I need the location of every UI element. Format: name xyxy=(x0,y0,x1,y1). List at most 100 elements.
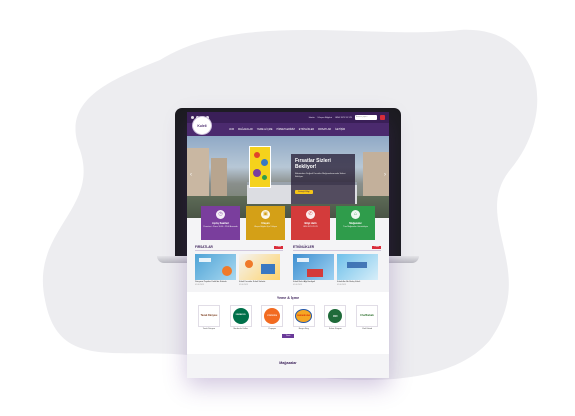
deals-events-sections: FIRSATLAR Tümü Dünyaca Popüler Kuleli'de… xyxy=(187,245,389,286)
poster-shape xyxy=(261,159,268,166)
nav-item-avm[interactable]: AVM xyxy=(229,128,234,131)
hero-title: Fırsatlar Sizleri Bekliyor! xyxy=(295,158,331,170)
section-header: FIRSATLAR Tümü xyxy=(195,245,283,251)
poster-shape xyxy=(253,169,261,177)
card-date: 01.06.2019 xyxy=(239,283,248,286)
card-graphic xyxy=(261,264,275,274)
tile-title: Ulaşım xyxy=(261,222,270,225)
card-date: 01.06.2019 xyxy=(337,283,346,286)
chef-kebab-logo-icon: ChefKebab xyxy=(355,304,378,327)
tile-subtitle: Ulaşım Bilgileri İçin Tıklayın xyxy=(253,226,278,228)
top-bar: Harita Ulaşım Bilgileri 0850 XXX XX XX A… xyxy=(187,112,389,123)
nav-item-events[interactable]: ETKİNLİKLER xyxy=(299,128,314,131)
see-all-button[interactable]: Tümü xyxy=(274,245,283,249)
food-all-button[interactable]: Tümü xyxy=(282,333,294,338)
nav-item-deals[interactable]: FIRSATLAR xyxy=(318,128,331,131)
brand-name: Chef Kebab xyxy=(361,327,372,330)
tile-info-line[interactable]: ✆ Bilgi Hattı 0850 XXX XX XX xyxy=(291,206,330,240)
card-graphic xyxy=(222,266,232,276)
top-link-map[interactable]: Harita xyxy=(309,117,315,119)
brand-item[interactable]: POPEYES Popeyes xyxy=(260,304,284,330)
stores-section: Mağazalar xyxy=(187,354,389,372)
section-title: Yeme & İçme xyxy=(276,295,300,300)
starbucks-logo-icon: STARBUCKS xyxy=(229,304,252,327)
tile-title: Mağazalar xyxy=(349,222,362,225)
brand-name: Tavuk Dünyası xyxy=(202,327,216,330)
hero-caption: Fırsatlar Sizleri Bekliyor! Birbirinden … xyxy=(291,154,355,204)
poster-shape xyxy=(254,152,260,158)
brand-logo-text: KD xyxy=(328,308,343,323)
section-title: FIRSATLAR xyxy=(195,245,213,249)
showcase-stage: Harita Ulaşım Bilgileri 0850 XXX XX XX A… xyxy=(0,0,575,416)
chevron-left-icon[interactable]: ‹ xyxy=(190,172,192,178)
brand-item[interactable]: KD Kahve Dünyası xyxy=(323,304,347,330)
brand-item[interactable]: BURGER KING Burger King xyxy=(292,304,316,330)
brand-item[interactable]: STARBUCKS Starbucks Coffee xyxy=(229,304,253,330)
hero-poster xyxy=(249,146,271,188)
brand-item[interactable]: ChefKebab Chef Kebab xyxy=(355,304,379,330)
tile-subtitle: 0850 XXX XX XX xyxy=(303,226,318,228)
site-logo[interactable]: Kuleli xyxy=(192,116,212,135)
clock-icon: ◷ xyxy=(216,210,225,219)
top-link-phone[interactable]: 0850 XXX XX XX xyxy=(335,117,352,119)
search-button[interactable] xyxy=(380,115,385,120)
chevron-right-icon[interactable]: › xyxy=(384,172,386,178)
event-card[interactable]: Kuleli Anı Bir Bakış Kuleli 01.06.2019 xyxy=(337,254,378,286)
brand-name: Burger King xyxy=(298,327,309,330)
tile-opening-hours[interactable]: ◷ Açılış Saatleri Pazartesi - Pazar 10:0… xyxy=(201,206,240,240)
nav-item-stores[interactable]: MAĞAZALAR xyxy=(238,128,253,131)
top-bar-right: Harita Ulaşım Bilgileri 0850 XXX XX XX A… xyxy=(309,115,385,120)
event-cards: Kuleli Bulut Ağı Hediyeli 01.06.2019 Kul… xyxy=(293,254,381,286)
events-section: ETKİNLİKLER Tümü Kuleli Bulut Ağı Hediye… xyxy=(293,245,381,286)
brand-name: Kahve Dünyası xyxy=(328,327,342,330)
store-icon: ⌂ xyxy=(351,210,360,219)
burger-king-logo-icon: BURGER KING xyxy=(292,304,315,327)
brand-name: Popeyes xyxy=(268,327,276,330)
card-graphic xyxy=(245,260,253,268)
deal-card[interactable]: Kuleli Fırsatlar Kuleli Sizlerle 01.06.2… xyxy=(239,254,280,286)
nav-item-food[interactable]: YEME & İÇME xyxy=(257,128,273,131)
hero-subtitle: Birbirinden Değerli Fırsatlar Mağazaları… xyxy=(295,173,346,178)
quick-tiles: ◷ Açılış Saatleri Pazartesi - Pazar 10:0… xyxy=(187,206,389,240)
tile-title: Bilgi Hattı xyxy=(304,222,317,225)
nav-item-services[interactable]: HİZMETLERİMİZ xyxy=(276,128,294,131)
section-header: ETKİNLİKLER Tümü xyxy=(293,245,381,251)
phone-icon: ✆ xyxy=(306,210,315,219)
search-input[interactable]: Arama yapın xyxy=(355,115,377,120)
card-image xyxy=(293,254,334,280)
deal-card[interactable]: Dünyaca Popüler Kuleli'de Sizlerle 01.06… xyxy=(195,254,236,286)
see-all-button[interactable]: Tümü xyxy=(372,245,381,249)
card-image xyxy=(195,254,236,280)
brand-list: Tavuk Dünyası Tavuk Dünyası STARBUCKS St… xyxy=(187,304,389,330)
kahve-dunyasi-logo-icon: KD xyxy=(324,304,347,327)
poster-shape xyxy=(262,175,267,180)
tile-transport[interactable]: ▣ Ulaşım Ulaşım Bilgileri İçin Tıklayın xyxy=(246,206,285,240)
card-graphic xyxy=(307,269,323,277)
tile-title: Açılış Saatleri xyxy=(211,222,229,225)
deal-cards: Dünyaca Popüler Kuleli'de Sizlerle 01.06… xyxy=(195,254,283,286)
brand-logo-text: BURGER KING xyxy=(295,308,313,323)
card-date: 01.06.2019 xyxy=(195,283,204,286)
deals-section: FIRSATLAR Tümü Dünyaca Popüler Kuleli'de… xyxy=(195,245,283,286)
food-drink-section: Yeme & İçme Tavuk Dünyası Tavuk Dünyası … xyxy=(187,291,389,354)
tile-stores[interactable]: ⌂ Mağazalar Tüm Mağazaları Görüntüleyin xyxy=(336,206,375,240)
card-graphic xyxy=(347,262,367,268)
card-image xyxy=(337,254,378,280)
brand-name: Starbucks Coffee xyxy=(233,327,248,330)
tile-subtitle: Pazartesi - Pazar 10:00 - 22:00 Arasında xyxy=(203,226,238,228)
tavuk-dunyasi-logo-icon: Tavuk Dünyası xyxy=(198,304,220,327)
hero-cta-button[interactable]: Detaylı Bilgi xyxy=(295,190,313,194)
brand-logo-text: Tavuk Dünyası xyxy=(200,314,218,318)
top-link-transport[interactable]: Ulaşım Bilgileri xyxy=(318,117,332,119)
card-date: 01.06.2019 xyxy=(293,283,302,286)
card-logo-shape xyxy=(199,258,211,262)
main-nav: Kuleli AVM MAĞAZALAR YEME & İÇME HİZMETL… xyxy=(187,116,389,136)
brand-logo-text: ChefKebab xyxy=(360,314,374,318)
brand-item[interactable]: Tavuk Dünyası Tavuk Dünyası xyxy=(197,304,221,330)
nav-items: AVM MAĞAZALAR YEME & İÇME HİZMETLERİMİZ … xyxy=(229,128,345,131)
website-preview: Harita Ulaşım Bilgileri 0850 XXX XX XX A… xyxy=(187,112,389,378)
event-card[interactable]: Kuleli Bulut Ağı Hediyeli 01.06.2019 xyxy=(293,254,334,286)
nav-item-contact[interactable]: İLETİŞİM xyxy=(335,128,345,131)
popeyes-logo-icon: POPEYES xyxy=(261,304,284,327)
brand-logo-text: STARBUCKS xyxy=(232,307,249,324)
